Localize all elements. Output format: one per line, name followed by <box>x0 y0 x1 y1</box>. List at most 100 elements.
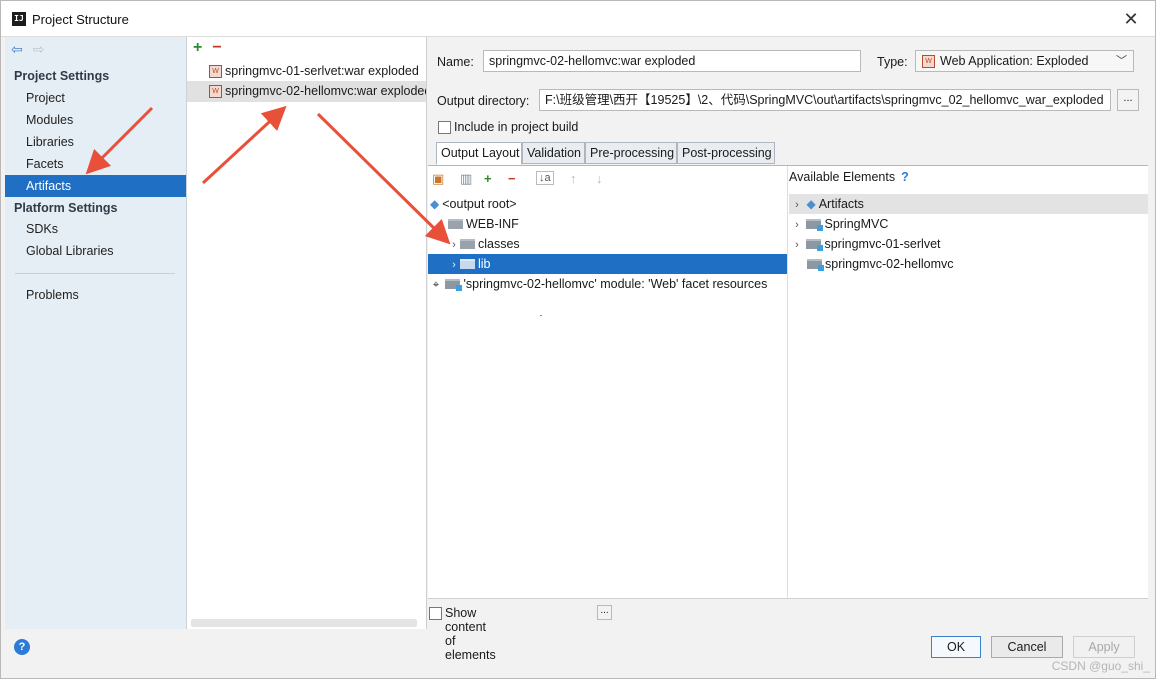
stray-dot <box>540 315 542 316</box>
tree-module-resources[interactable]: ⌖ 'springmvc-02-hellomvc' module: 'Web' … <box>430 274 767 294</box>
name-field[interactable]: springmvc-02-hellomvc:war exploded <box>483 50 861 72</box>
close-icon[interactable]: ✕ <box>1121 8 1141 30</box>
output-root-icon: ◆ <box>430 197 440 211</box>
war-artifact-icon: W <box>209 65 222 78</box>
move-up-icon[interactable]: ↑ <box>570 171 577 186</box>
name-label: Name: <box>437 55 474 69</box>
tree-row-label: lib <box>478 257 491 271</box>
forward-arrow-icon[interactable]: ⇨ <box>33 41 45 57</box>
artifact-item-hellomvc[interactable]: W springmvc-02-hellomvc:war exploded <box>187 81 426 102</box>
add-artifact-button[interactable]: + <box>193 39 202 56</box>
history-nav: ⇦ ⇨ <box>11 41 54 59</box>
sidebar-item-artifacts[interactable]: Artifacts <box>5 175 186 197</box>
tree-row-label: Artifacts <box>818 197 864 211</box>
settings-sidebar: ⇦ ⇨ Project Settings Project Modules Libr… <box>5 37 187 629</box>
project-structure-dialog: IJ Project Structure ✕ ⇦ ⇨ Project Settin… <box>0 0 1156 679</box>
tree-row-label: 'springmvc-02-hellomvc' module: 'Web' fa… <box>463 277 768 291</box>
available-elements-panel: Available Elements? › ◆ Artifacts › Sprin… <box>789 166 1148 598</box>
folder-icon <box>460 239 475 249</box>
tree-web-inf[interactable]: ⌄ WEB-INF <box>436 214 519 235</box>
tree-connector-icon: ⌖ <box>432 279 440 291</box>
module-icon <box>807 259 824 271</box>
chevron-right-icon[interactable]: › <box>448 235 460 255</box>
artifact-details-pane: Name: springmvc-02-hellomvc:war exploded… <box>428 37 1148 662</box>
horizontal-scrollbar[interactable] <box>191 619 417 627</box>
sidebar-divider <box>15 273 175 274</box>
move-down-icon[interactable]: ↓ <box>596 171 603 186</box>
csdn-watermark: CSDN @guo_shi_ <box>1051 659 1150 673</box>
chevron-down-icon[interactable]: ⌄ <box>436 215 448 235</box>
intellij-icon: IJ <box>12 12 26 26</box>
chevron-right-icon[interactable]: › <box>791 195 803 215</box>
chevron-right-icon[interactable]: › <box>448 255 460 275</box>
artifact-toolbar: + − <box>193 39 222 57</box>
browse-output-button[interactable]: ... <box>1117 89 1139 111</box>
tab-post-processing[interactable]: Post-processing <box>677 142 775 164</box>
tree-lib[interactable]: › lib <box>428 254 787 274</box>
include-in-build-label: Include in project build <box>454 120 579 134</box>
tree-row-label: WEB-INF <box>466 217 519 231</box>
tree-row-label: <output root> <box>442 197 517 211</box>
remove-artifact-button[interactable]: − <box>212 39 221 56</box>
available-artifacts[interactable]: › ◆ Artifacts <box>789 194 1148 214</box>
cancel-button[interactable]: Cancel <box>991 636 1063 658</box>
include-in-build-checkbox[interactable] <box>438 121 451 134</box>
output-layout-tree: ▣ ▥ + − ↓a ↑ ↓ ◆ <output root> ⌄ WEB-INF ›… <box>428 166 788 598</box>
add-archive-icon[interactable]: ▥ <box>460 171 472 187</box>
sidebar-item-global-libraries[interactable]: Global Libraries <box>5 240 186 262</box>
available-servlet-module[interactable]: › springmvc-01-serlvet <box>791 234 941 254</box>
remove-element-icon[interactable]: − <box>508 171 516 186</box>
type-select[interactable]: W Web Application: Exploded ﹀ <box>915 50 1134 72</box>
show-content-options-button[interactable]: ... <box>597 605 612 620</box>
apply-button[interactable]: Apply <box>1073 636 1135 658</box>
tree-row-label: classes <box>478 237 520 251</box>
sidebar-item-facets[interactable]: Facets <box>5 153 186 175</box>
artifact-item-label: springmvc-02-hellomvc:war exploded <box>225 84 426 98</box>
tree-row-label: springmvc-01-serlvet <box>824 237 941 251</box>
module-icon <box>445 279 463 291</box>
window-title: Project Structure <box>32 12 129 27</box>
add-copy-icon[interactable]: + <box>484 171 492 186</box>
chevron-right-icon[interactable]: › <box>791 215 803 235</box>
available-springmvc[interactable]: › SpringMVC <box>791 214 888 234</box>
sort-elements-icon[interactable]: ↓a <box>536 171 554 185</box>
module-icon <box>806 239 824 251</box>
create-directory-icon[interactable]: ▣ <box>432 171 444 187</box>
tree-output-root[interactable]: ◆ <output root> <box>430 194 517 214</box>
tab-validation[interactable]: Validation <box>522 142 585 164</box>
artifact-item-servlet[interactable]: W springmvc-01-serlvet:war exploded <box>187 61 426 82</box>
artifact-list-pane: + − W springmvc-01-serlvet:war exploded W… <box>187 37 427 629</box>
artifact-item-label: springmvc-01-serlvet:war exploded <box>225 64 419 78</box>
war-artifact-icon: W <box>209 85 222 98</box>
output-directory-label: Output directory: <box>437 94 530 108</box>
platform-settings-header: Platform Settings <box>14 201 118 215</box>
back-arrow-icon[interactable]: ⇦ <box>11 41 23 57</box>
sidebar-item-problems[interactable]: Problems <box>5 284 186 306</box>
available-elements-title: Available Elements <box>789 170 896 184</box>
ok-button[interactable]: OK <box>931 636 981 658</box>
available-hellomvc-module[interactable]: springmvc-02-hellomvc <box>807 254 954 274</box>
tree-row-label: SpringMVC <box>824 217 889 231</box>
help-button[interactable]: ? <box>14 639 30 655</box>
tab-output-layout[interactable]: Output Layout <box>436 142 522 165</box>
sidebar-item-libraries[interactable]: Libraries <box>5 131 186 153</box>
project-settings-header: Project Settings <box>14 69 110 83</box>
chevron-right-icon[interactable]: › <box>791 235 803 255</box>
folder-icon <box>448 219 463 229</box>
tree-classes[interactable]: › classes <box>448 234 520 254</box>
module-icon <box>806 219 824 231</box>
folder-icon <box>460 259 475 269</box>
show-content-label: Show content of elements <box>445 606 496 662</box>
available-elements-header: Available Elements? <box>789 170 909 184</box>
sidebar-item-modules[interactable]: Modules <box>5 109 186 131</box>
title-bar: IJ Project Structure ✕ <box>1 1 1155 37</box>
sidebar-item-project[interactable]: Project <box>5 87 186 109</box>
show-content-checkbox[interactable] <box>429 607 442 620</box>
sidebar-item-sdks[interactable]: SDKs <box>5 218 186 240</box>
output-directory-field[interactable]: F:\班级管理\西开【19525】\2、代码\SpringMVC\out\art… <box>539 89 1111 111</box>
help-icon[interactable]: ? <box>901 170 909 184</box>
tab-pre-processing[interactable]: Pre-processing <box>585 142 677 164</box>
artifacts-icon: ◆ <box>806 197 816 211</box>
tree-row-label: springmvc-02-hellomvc <box>825 257 954 271</box>
output-layout-panel: ▣ ▥ + − ↓a ↑ ↓ ◆ <output root> ⌄ WEB-INF ›… <box>428 166 1148 599</box>
